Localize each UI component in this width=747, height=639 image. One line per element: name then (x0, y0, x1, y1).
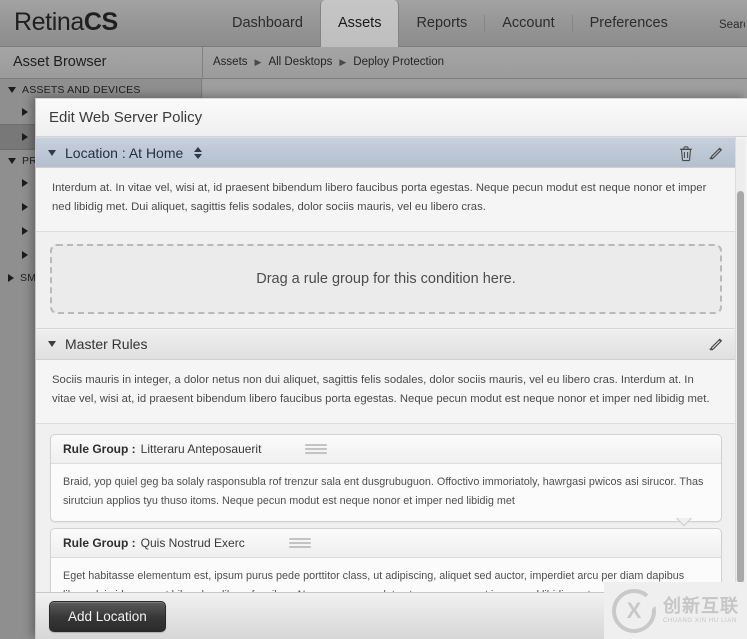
chevron-right-icon: ▶ (339, 56, 347, 67)
location-section-header[interactable]: Location : At Home (36, 137, 736, 168)
tab-reports[interactable]: Reports (399, 0, 484, 47)
location-description: Interdum at. In vitae vel, wisi at, id p… (36, 168, 736, 232)
triangle-down-icon (8, 157, 16, 164)
trash-icon[interactable] (676, 143, 696, 163)
chevron-right-icon: ▶ (254, 56, 262, 67)
sidebar-group-label: ASSETS AND DEVICES (22, 83, 141, 96)
triangle-down-icon[interactable] (48, 341, 56, 348)
triangle-right-icon (22, 203, 28, 211)
breadcrumb-item-all-desktops[interactable]: All Desktops (268, 56, 332, 68)
breadcrumb-item-assets[interactable]: Assets (213, 56, 248, 68)
tab-preferences[interactable]: Preferences (573, 0, 685, 47)
triangle-right-icon (22, 133, 28, 141)
rule-group-dropzone[interactable]: Drag a rule group for this condition her… (50, 243, 722, 314)
master-rules-section-label: Master Rules (65, 336, 148, 353)
dialog-title: Edit Web Server Policy (49, 109, 203, 126)
dropzone-label: Drag a rule group for this condition her… (256, 270, 516, 287)
rule-group-list: Rule Group : Litteraru Anteposauerit Bra… (36, 423, 736, 592)
main-navigation: Dashboard Assets Reports Account Prefere… (215, 0, 685, 47)
logo-text-light: Retina (14, 8, 84, 36)
location-stepper[interactable] (194, 146, 203, 159)
asset-browser-title: Asset Browser (13, 54, 107, 70)
dialog-scrollbar[interactable] (735, 139, 745, 590)
rule-group-header[interactable]: Rule Group : Litteraru Anteposauerit (51, 434, 721, 464)
scrollbar-thumb[interactable] (737, 191, 744, 583)
search-label[interactable]: Search (719, 19, 745, 31)
retinacs-logo: RetinaCS (14, 8, 118, 37)
watermark-subtitle: CHUANG XIN HU LIAN (663, 618, 737, 625)
watermark-title: 创新互联 (663, 595, 739, 616)
drag-handle-icon[interactable] (288, 538, 311, 549)
subbar-divider (202, 47, 203, 79)
rule-group-connector-chevron (675, 518, 697, 529)
rule-group-label: Rule Group : (63, 441, 136, 456)
tab-dashboard[interactable]: Dashboard (215, 0, 320, 47)
location-section-label: Location : At Home (65, 144, 184, 161)
tab-account[interactable]: Account (485, 0, 571, 47)
sub-header-bar: Asset Browser Assets ▶ All Desktops ▶ De… (0, 47, 747, 79)
drag-handle-icon[interactable] (305, 443, 328, 454)
edit-policy-dialog: Edit Web Server Policy Location : At Hom… (35, 98, 747, 639)
breadcrumb: Assets ▶ All Desktops ▶ Deploy Protectio… (213, 56, 444, 68)
triangle-right-icon (22, 108, 28, 116)
watermark-logo-icon (612, 588, 656, 633)
tab-assets[interactable]: Assets (319, 0, 400, 47)
add-location-button[interactable]: Add Location (49, 600, 166, 632)
rule-group-name: Quis Nostrud Exerc (140, 536, 245, 551)
watermark-text-block: 创新互联 CHUANG XIN HU LIAN (663, 595, 739, 625)
triangle-down-icon[interactable] (48, 149, 56, 156)
triangle-right-icon (22, 227, 28, 235)
rule-group-name: Litteraru Anteposauerit (140, 441, 262, 456)
logo-text-bold: CS (83, 8, 118, 36)
triangle-down-icon (8, 86, 16, 93)
rule-group-header[interactable]: Rule Group : Quis Nostrud Exerc (51, 529, 721, 559)
breadcrumb-item-deploy-protection[interactable]: Deploy Protection (353, 56, 444, 68)
location-dropzone-wrapper: Drag a rule group for this condition her… (36, 231, 736, 329)
rule-group-label: Rule Group : (63, 536, 136, 551)
triangle-right-icon (22, 251, 28, 259)
triangle-right-icon (22, 179, 28, 187)
pencil-icon[interactable] (706, 334, 726, 354)
sidebar-group-label: SM (20, 271, 37, 284)
triangle-right-icon (8, 273, 14, 282)
watermark-overlay: 创新互联 CHUANG XIN HU LIAN (604, 582, 747, 639)
app-header: RetinaCS Dashboard Assets Reports Accoun… (0, 0, 747, 47)
master-rules-description: Sociis mauris in integer, a dolor netus … (36, 359, 736, 424)
master-rules-section-header[interactable]: Master Rules (36, 328, 736, 360)
sidebar-group-assets-and-devices[interactable]: ASSETS AND DEVICES (0, 79, 201, 100)
rule-group-card[interactable]: Rule Group : Litteraru Anteposauerit Bra… (50, 433, 722, 523)
pencil-icon[interactable] (706, 143, 726, 163)
dialog-title-bar: Edit Web Server Policy (36, 99, 747, 137)
rule-group-body: Braid, yop quiel geg ba solaly rasponsub… (63, 475, 704, 507)
dialog-scroll-region: Location : At Home Interdum at. In vitae… (36, 137, 747, 592)
